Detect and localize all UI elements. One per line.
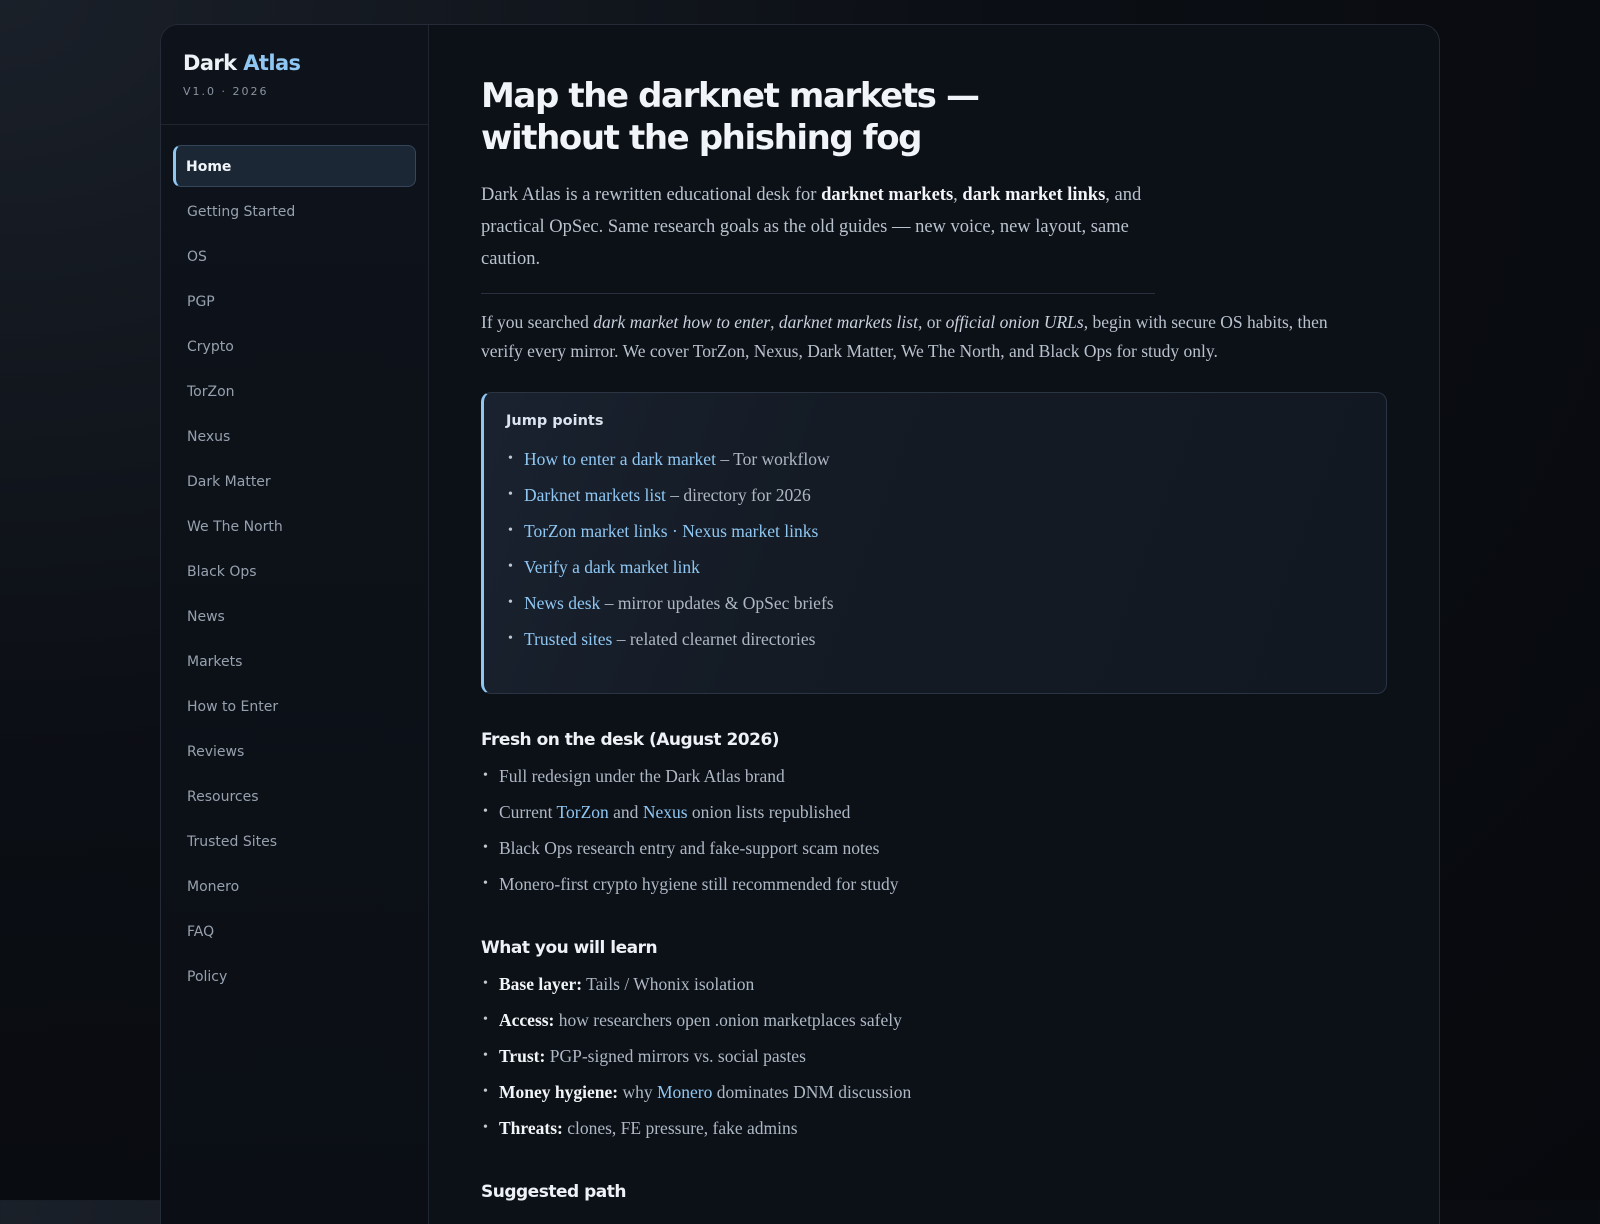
list-item: Base layer: Tails / Whonix isolation: [481, 966, 1387, 1002]
jump-item-desc: – related clearnet directories: [612, 629, 816, 649]
jump-link-nexus[interactable]: Nexus market links: [682, 521, 818, 541]
fresh-list: Full redesign under the Dark Atlas brand…: [481, 758, 1387, 902]
sidebar: Dark Atlas V1.0 · 2026 Home Getting Star…: [161, 25, 429, 1224]
sidebar-item-markets[interactable]: Markets: [173, 640, 416, 682]
jump-item-separator: ·: [667, 521, 683, 541]
sidebar-item-faq[interactable]: FAQ: [173, 910, 416, 952]
lead-keyword: dark market links: [962, 185, 1106, 205]
jump-link-news-desk[interactable]: News desk: [524, 593, 600, 613]
brand-name: Dark: [183, 51, 237, 75]
brand: Dark Atlas V1.0 · 2026: [161, 25, 428, 125]
monero-link[interactable]: Monero: [657, 1082, 712, 1102]
page-title: Map the darknet markets — without the ph…: [481, 76, 980, 158]
intro-query: darknet markets list: [778, 312, 918, 332]
jump-points-title: Jump points: [506, 413, 604, 429]
learn-text: clones, FE pressure, fake admins: [562, 1118, 798, 1138]
sidebar-item-monero[interactable]: Monero: [173, 865, 416, 907]
list-item: Darknet markets list – directory for 202…: [506, 477, 1364, 513]
list-text: and: [608, 802, 643, 822]
list-item: Monero-first crypto hygiene still recomm…: [481, 866, 1387, 902]
list-item: How to enter a dark market – Tor workflo…: [506, 441, 1364, 477]
intro-query: official onion URLs: [945, 312, 1084, 332]
list-item: Full redesign under the Dark Atlas brand: [481, 758, 1387, 794]
sidebar-item-we-the-north[interactable]: We The North: [173, 505, 416, 547]
learn-list: Base layer: Tails / Whonix isolation Acc…: [481, 966, 1387, 1146]
list-item: Trust: PGP-signed mirrors vs. social pas…: [481, 1038, 1387, 1074]
app-shell: Dark Atlas V1.0 · 2026 Home Getting Star…: [160, 24, 1440, 1224]
jump-points-list: How to enter a dark market – Tor workflo…: [506, 441, 1364, 657]
list-item: Verify a dark market link: [506, 549, 1364, 585]
divider: [481, 293, 1155, 294]
jump-link-torzon[interactable]: TorZon market links: [524, 521, 668, 541]
sidebar-item-crypto[interactable]: Crypto: [173, 325, 416, 367]
sidebar-item-trusted-sites[interactable]: Trusted Sites: [173, 820, 416, 862]
torzon-link[interactable]: TorZon: [557, 802, 609, 822]
jump-item-desc: – mirror updates & OpSec briefs: [600, 593, 834, 613]
list-item: Money hygiene: why Monero dominates DNM …: [481, 1074, 1387, 1110]
learn-text: dominates DNM discussion: [712, 1082, 912, 1102]
sidebar-item-news[interactable]: News: [173, 595, 416, 637]
jump-link-trusted-sites[interactable]: Trusted sites: [524, 629, 612, 649]
list-item: Access: how researchers open .onion mark…: [481, 1002, 1387, 1038]
brand-version: V1.0 · 2026: [183, 85, 269, 98]
learn-label: Money hygiene:: [499, 1082, 619, 1102]
fresh-heading: Fresh on the desk (August 2026): [481, 730, 780, 750]
intro-text: , or: [917, 312, 946, 332]
jump-item-desc: – directory for 2026: [665, 485, 811, 505]
nexus-link[interactable]: Nexus: [643, 802, 688, 822]
jump-link-how-to-enter[interactable]: How to enter a dark market: [524, 449, 716, 469]
sidebar-item-reviews[interactable]: Reviews: [173, 730, 416, 772]
jump-link-verify[interactable]: Verify a dark market link: [524, 557, 700, 577]
learn-label: Base layer:: [499, 974, 583, 994]
sidebar-item-dark-matter[interactable]: Dark Matter: [173, 460, 416, 502]
intro-query: dark market how to enter: [593, 312, 771, 332]
sidebar-item-resources[interactable]: Resources: [173, 775, 416, 817]
list-text: Current: [499, 802, 557, 822]
list-item: Black Ops research entry and fake-suppor…: [481, 830, 1387, 866]
lead-keyword: darknet markets: [821, 185, 954, 205]
intro-text: ,: [770, 312, 779, 332]
list-item: Current TorZon and Nexus onion lists rep…: [481, 794, 1387, 830]
learn-label: Threats:: [499, 1118, 563, 1138]
learn-text: PGP-signed mirrors vs. social pastes: [545, 1046, 806, 1066]
jump-points-box: Jump points How to enter a dark market –…: [481, 392, 1387, 694]
sidebar-item-torzon[interactable]: TorZon: [173, 370, 416, 412]
intro-paragraph: If you searched dark market how to enter…: [481, 308, 1371, 366]
lead-paragraph: Dark Atlas is a rewritten educational de…: [481, 179, 1151, 275]
learn-text: why: [618, 1082, 657, 1102]
list-item: News desk – mirror updates & OpSec brief…: [506, 585, 1364, 621]
sidebar-item-how-to-enter[interactable]: How to Enter: [173, 685, 416, 727]
suggested-path-heading: Suggested path: [481, 1182, 626, 1202]
lead-text: Dark Atlas is a rewritten educational de…: [481, 185, 822, 205]
sidebar-nav: Home Getting Started OS PGP Crypto TorZo…: [161, 125, 428, 1020]
brand-logo[interactable]: Dark Atlas: [183, 51, 406, 75]
sidebar-item-policy[interactable]: Policy: [173, 955, 416, 997]
sidebar-item-black-ops[interactable]: Black Ops: [173, 550, 416, 592]
learn-heading: What you will learn: [481, 938, 658, 958]
list-item: Threats: clones, FE pressure, fake admin…: [481, 1110, 1387, 1146]
sidebar-item-getting-started[interactable]: Getting Started: [173, 190, 416, 232]
learn-text: how researchers open .onion marketplaces…: [554, 1010, 902, 1030]
main-content: Map the darknet markets — without the ph…: [429, 25, 1439, 1224]
list-item: Trusted sites – related clearnet directo…: [506, 621, 1364, 657]
sidebar-item-pgp[interactable]: PGP: [173, 280, 416, 322]
list-text: onion lists republished: [687, 802, 851, 822]
list-item: TorZon market links · Nexus market links: [506, 513, 1364, 549]
sidebar-item-home[interactable]: Home: [173, 145, 416, 187]
sidebar-item-os[interactable]: OS: [173, 235, 416, 277]
learn-label: Trust:: [499, 1046, 546, 1066]
jump-item-desc: – Tor workflow: [715, 449, 830, 469]
intro-text: If you searched: [481, 312, 594, 332]
brand-accent: Atlas: [243, 51, 301, 75]
jump-link-markets-list[interactable]: Darknet markets list: [524, 485, 666, 505]
learn-label: Access:: [499, 1010, 555, 1030]
learn-text: Tails / Whonix isolation: [582, 974, 755, 994]
sidebar-item-nexus[interactable]: Nexus: [173, 415, 416, 457]
